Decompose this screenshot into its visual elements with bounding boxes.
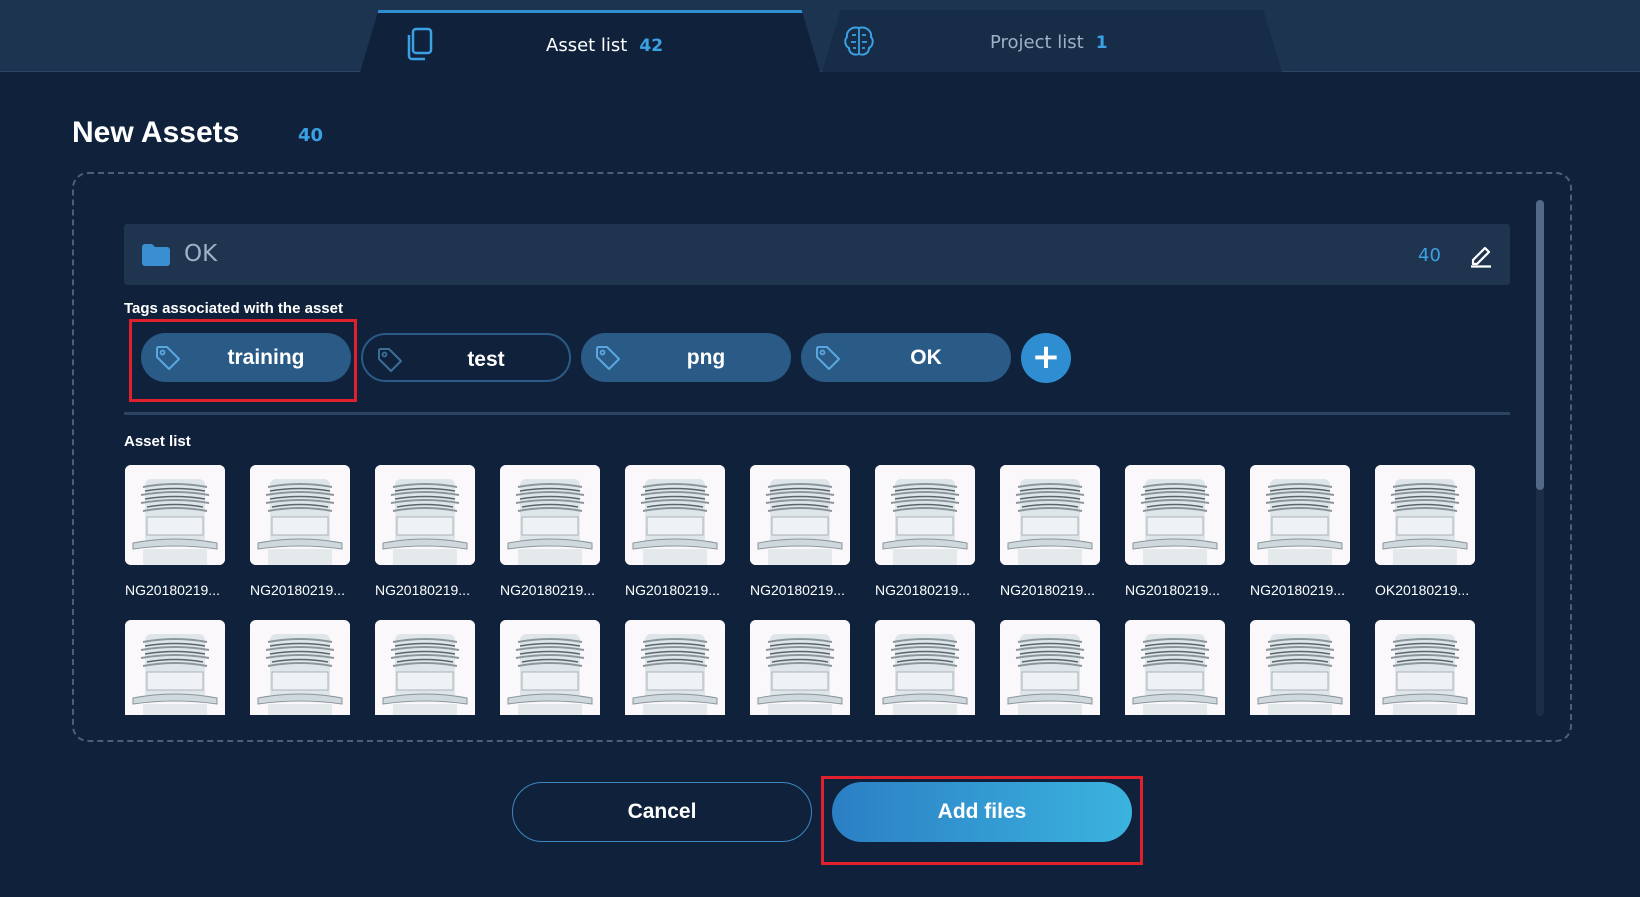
scrollbar[interactable]: [1536, 200, 1544, 716]
bottle-neck-icon: [1000, 620, 1100, 715]
bottle-neck-icon: [875, 465, 975, 565]
asset-thumbnail[interactable]: [625, 620, 725, 715]
folder-bar: OK 40: [124, 224, 1510, 285]
tag-png[interactable]: png: [581, 333, 791, 382]
bottle-neck-icon: [375, 620, 475, 715]
plus-icon: +: [1031, 337, 1061, 377]
asset-thumbnail[interactable]: [375, 465, 475, 565]
tab-project-list[interactable]: Project list 1: [822, 10, 1282, 72]
tag-label: png: [686, 346, 726, 369]
asset-thumbnail[interactable]: [1125, 465, 1225, 565]
tag-ok[interactable]: OK: [801, 333, 1011, 382]
asset-filename: NG20180219...: [250, 582, 345, 598]
asset-filename: NG20180219...: [625, 582, 720, 598]
tab-label: Project list 1: [990, 32, 1108, 53]
add-files-button[interactable]: Add files: [832, 782, 1132, 842]
asset-thumbnail[interactable]: [1000, 620, 1100, 715]
bottle-neck-icon: [250, 465, 350, 565]
tag-label: training: [227, 346, 305, 369]
scrollbar-thumb[interactable]: [1536, 200, 1544, 490]
asset-filename: NG20180219...: [1250, 582, 1345, 598]
bottle-neck-icon: [500, 620, 600, 715]
tag-icon: [378, 348, 402, 372]
asset-thumbnail[interactable]: [125, 620, 225, 715]
tag-training[interactable]: training: [141, 333, 351, 382]
asset-thumbnail[interactable]: [625, 465, 725, 565]
tag-icon: [156, 346, 180, 370]
asset-thumbnail[interactable]: [1000, 465, 1100, 565]
folder-count: 40: [1418, 245, 1441, 266]
bottle-neck-icon: [625, 620, 725, 715]
top-tab-bar: Asset list 42 Project list 1: [0, 0, 1640, 72]
asset-thumbnail[interactable]: [750, 620, 850, 715]
bottle-neck-icon: [375, 465, 475, 565]
tag-icon: [596, 346, 620, 370]
bottle-neck-icon: [1375, 620, 1475, 715]
asset-thumbnail[interactable]: [1375, 620, 1475, 715]
tags-section-label: Tags associated with the asset: [124, 300, 343, 317]
asset-thumbnail[interactable]: [1250, 620, 1350, 715]
folder-icon: [142, 244, 170, 266]
asset-thumbnail[interactable]: [750, 465, 850, 565]
cancel-button[interactable]: Cancel: [512, 782, 812, 842]
asset-filename: NG20180219...: [500, 582, 595, 598]
asset-filename: NG20180219...: [1000, 582, 1095, 598]
asset-thumbnail[interactable]: [250, 465, 350, 565]
asset-thumbnail[interactable]: [375, 620, 475, 715]
divider: [124, 412, 1510, 415]
asset-thumbnail[interactable]: [1375, 465, 1475, 565]
tab-asset-list[interactable]: Asset list 42: [360, 10, 820, 72]
bottle-neck-icon: [750, 620, 850, 715]
tag-label: OK: [910, 346, 942, 369]
pencil-icon[interactable]: [1468, 242, 1494, 268]
copy-icon: [407, 27, 433, 61]
bottle-neck-icon: [250, 620, 350, 715]
bottle-neck-icon: [500, 465, 600, 565]
bottle-neck-icon: [125, 465, 225, 565]
bottle-neck-icon: [1250, 620, 1350, 715]
tab-label: Asset list 42: [546, 35, 664, 56]
bottle-neck-icon: [1250, 465, 1350, 565]
folder-name: OK: [184, 241, 218, 267]
bottle-neck-icon: [1125, 465, 1225, 565]
asset-list-label: Asset list: [124, 433, 191, 450]
tag-label: test: [467, 348, 505, 371]
asset-thumbnail[interactable]: [500, 620, 600, 715]
bottle-neck-icon: [1375, 465, 1475, 565]
asset-filename: NG20180219...: [750, 582, 845, 598]
asset-filename: NG20180219...: [875, 582, 970, 598]
bottle-neck-icon: [1000, 465, 1100, 565]
asset-thumbnail[interactable]: [875, 620, 975, 715]
asset-filename: NG20180219...: [125, 582, 220, 598]
asset-filename: NG20180219...: [375, 582, 470, 598]
bottle-neck-icon: [125, 620, 225, 715]
asset-thumbnail[interactable]: [1125, 620, 1225, 715]
brain-icon: [844, 26, 874, 56]
asset-thumbnail[interactable]: [125, 465, 225, 565]
page-title: New Assets: [72, 116, 240, 149]
bottle-neck-icon: [1125, 620, 1225, 715]
tag-test[interactable]: test: [361, 333, 571, 382]
add-tag-button[interactable]: +: [1021, 333, 1071, 383]
tab-count: 42: [639, 36, 664, 56]
tag-icon: [816, 346, 840, 370]
asset-thumbnail[interactable]: [875, 465, 975, 565]
asset-filename: NG20180219...: [1125, 582, 1220, 598]
bottle-neck-icon: [750, 465, 850, 565]
asset-thumbnail[interactable]: [250, 620, 350, 715]
asset-thumbnail[interactable]: [500, 465, 600, 565]
asset-count-badge: 40: [298, 125, 324, 146]
asset-thumbnail[interactable]: [1250, 465, 1350, 565]
tab-count: 1: [1095, 33, 1108, 53]
asset-filename: OK20180219...: [1375, 582, 1470, 598]
bottle-neck-icon: [625, 465, 725, 565]
bottle-neck-icon: [875, 620, 975, 715]
